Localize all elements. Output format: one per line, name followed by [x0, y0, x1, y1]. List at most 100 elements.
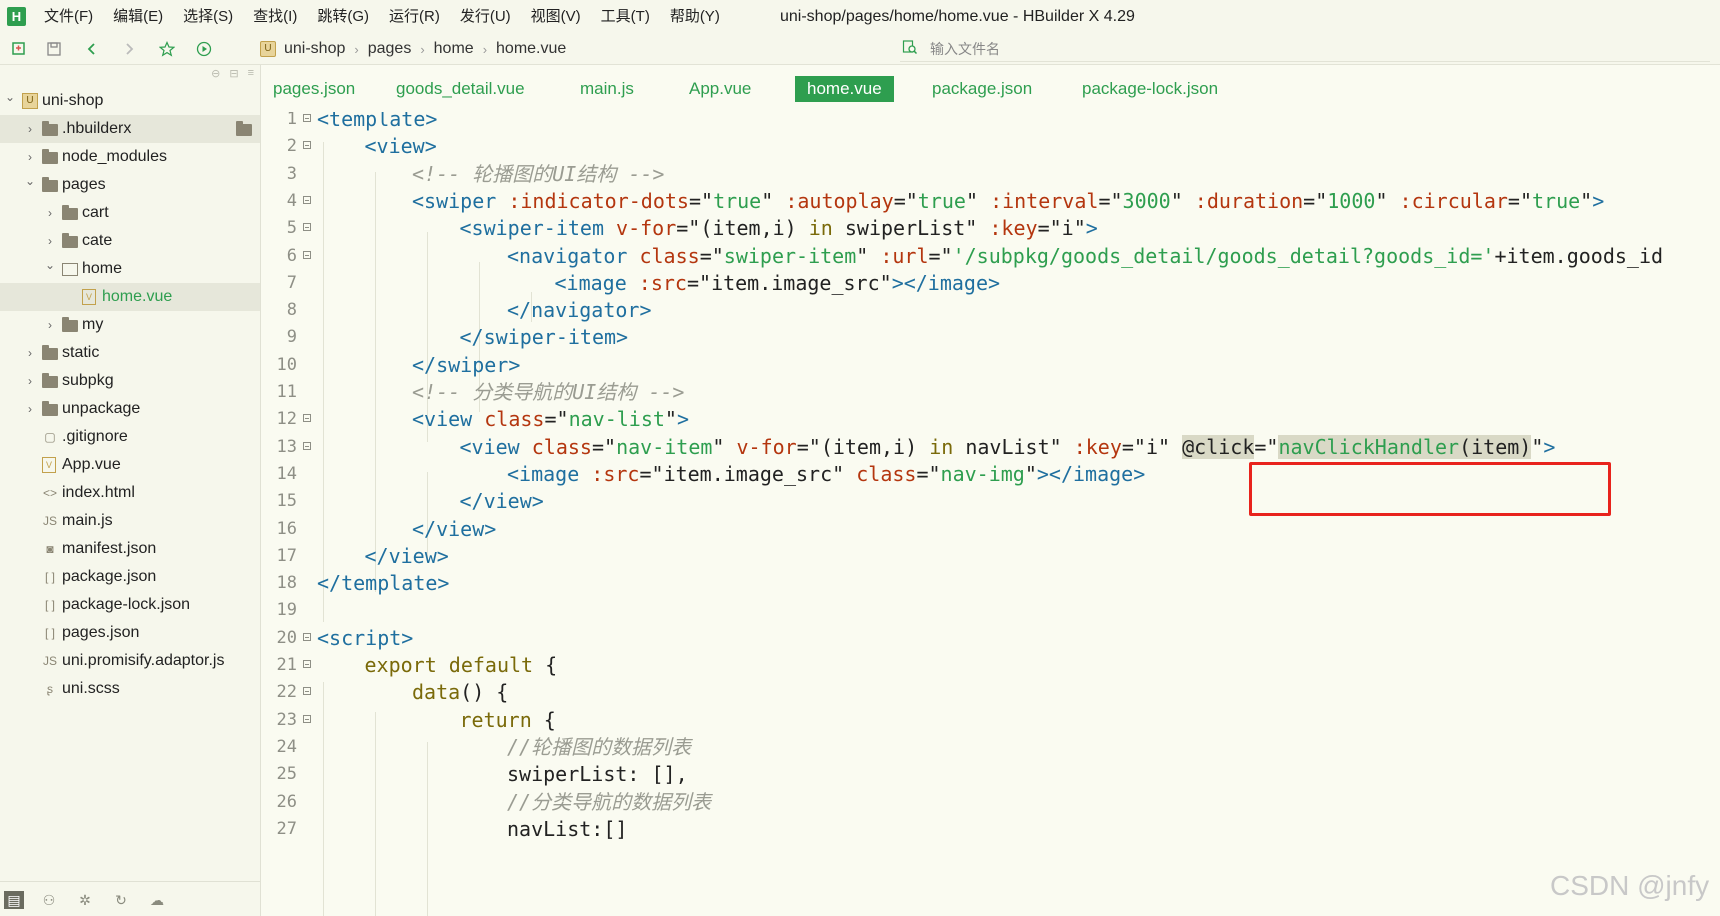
chevron-down-icon[interactable]: ⌄	[24, 167, 36, 195]
code-line[interactable]: 24 //轮播图的数据列表	[261, 732, 1720, 762]
tree-item[interactable]: <> index.html	[0, 479, 260, 507]
menu-find[interactable]: 查找(I)	[243, 0, 307, 34]
tab-home-vue[interactable]: home.vue	[795, 76, 894, 102]
menu-help[interactable]: 帮助(Y)	[660, 0, 730, 34]
tab-goods-detail-vue[interactable]: goods_detail.vue	[384, 76, 537, 102]
code-line[interactable]: 23 return {	[261, 705, 1720, 735]
tree-item[interactable]: › node_modules	[0, 143, 260, 171]
tree-item[interactable]: ⌄ pages	[0, 171, 260, 199]
chevron-right-icon[interactable]: ›	[24, 339, 36, 367]
plugin-icon[interactable]: ⚇	[40, 891, 58, 909]
code-line[interactable]: 6 <navigator class="swiper-item" :url="'/…	[261, 241, 1720, 271]
tree-item[interactable]: JS uni.promisify.adaptor.js	[0, 647, 260, 675]
tree-item[interactable]: [ ] pages.json	[0, 619, 260, 647]
code-line[interactable]: 11 <!-- 分类导航的UI结构 -->	[261, 377, 1720, 407]
fold-toggle-icon[interactable]	[303, 441, 311, 450]
back-icon[interactable]	[82, 39, 102, 59]
code-line[interactable]: 20 <script>	[261, 623, 1720, 653]
menu-icon[interactable]: ≡	[248, 67, 254, 80]
tree-item[interactable]: [ ] package-lock.json	[0, 591, 260, 619]
code-line[interactable]: 2 <view>	[261, 131, 1720, 161]
chevron-right-icon[interactable]: ›	[24, 395, 36, 423]
fold-toggle-icon[interactable]	[303, 141, 311, 150]
menu-file[interactable]: 文件(F)	[34, 0, 103, 34]
menu-goto[interactable]: 跳转(G)	[307, 0, 379, 34]
menu-tools[interactable]: 工具(T)	[591, 0, 660, 34]
tree-item[interactable]: V App.vue	[0, 451, 260, 479]
menu-edit[interactable]: 编辑(E)	[103, 0, 173, 34]
code-line[interactable]: 18 </template>	[261, 568, 1720, 598]
breadcrumb-item[interactable]: home	[434, 40, 474, 58]
tree-item[interactable]: ▢ .gitignore	[0, 423, 260, 451]
code-line[interactable]: 19	[261, 595, 1720, 625]
tree-item[interactable]: › cate	[0, 227, 260, 255]
fold-toggle-icon[interactable]	[303, 223, 311, 232]
star-icon[interactable]	[157, 39, 177, 59]
tree-item[interactable]: JS main.js	[0, 507, 260, 535]
menu-run[interactable]: 运行(R)	[379, 0, 450, 34]
tab-app-vue[interactable]: App.vue	[677, 76, 763, 102]
chevron-right-icon[interactable]: ›	[44, 311, 56, 339]
code-line[interactable]: 17 </view>	[261, 541, 1720, 571]
collapse-icon[interactable]: ⊖	[211, 67, 220, 80]
code-line[interactable]: 21 export default {	[261, 650, 1720, 680]
explorer-icon[interactable]: ▤	[4, 891, 24, 909]
chevron-right-icon[interactable]: ›	[24, 115, 36, 143]
tab-pages-json[interactable]: pages.json	[261, 76, 367, 102]
tree-item[interactable]: › unpackage	[0, 395, 260, 423]
menu-publish[interactable]: 发行(U)	[450, 0, 521, 34]
fold-toggle-icon[interactable]	[303, 714, 311, 723]
cloud-icon[interactable]: ☁	[148, 891, 166, 909]
fold-toggle-icon[interactable]	[303, 114, 311, 122]
run-icon[interactable]	[194, 39, 214, 59]
code-line[interactable]: 27 navList:[]	[261, 814, 1720, 844]
fold-toggle-icon[interactable]	[303, 414, 311, 423]
menu-view[interactable]: 视图(V)	[521, 0, 591, 34]
fold-toggle-icon[interactable]	[303, 687, 311, 696]
code-line[interactable]: 9 </swiper-item>	[261, 322, 1720, 352]
git-icon[interactable]: ↻	[112, 891, 130, 909]
tree-item[interactable]: › subpkg	[0, 367, 260, 395]
code-line[interactable]: 12 <view class="nav-list">	[261, 404, 1720, 434]
debug-icon[interactable]: ✲	[76, 891, 94, 909]
tree-item[interactable]: Vhome.vue	[0, 283, 260, 311]
chevron-down-icon[interactable]: ⌄	[44, 251, 56, 279]
menu-select[interactable]: 选择(S)	[173, 0, 243, 34]
code-line[interactable]: 8 </navigator>	[261, 295, 1720, 325]
forward-icon[interactable]	[119, 39, 139, 59]
fold-toggle-icon[interactable]	[303, 250, 311, 259]
refresh-icon[interactable]: ⊟	[229, 67, 238, 80]
code-line[interactable]: 4 <swiper :indicator-dots="true" :autopla…	[261, 186, 1720, 216]
tree-item[interactable]: ◙ manifest.json	[0, 535, 260, 563]
code-line[interactable]: 3 <!-- 轮播图的UI结构 -->	[261, 159, 1720, 189]
breadcrumb-item[interactable]: home.vue	[496, 40, 566, 58]
file-search-input[interactable]	[928, 40, 1532, 58]
tree-item[interactable]: › my	[0, 311, 260, 339]
tree-item[interactable]: › cart	[0, 199, 260, 227]
breadcrumb-item[interactable]: uni-shop	[284, 40, 345, 58]
fold-toggle-icon[interactable]	[303, 632, 311, 641]
tab-main-js[interactable]: main.js	[568, 76, 646, 102]
chevron-right-icon[interactable]: ›	[24, 367, 36, 395]
tree-item[interactable]: › static	[0, 339, 260, 367]
save-icon[interactable]	[44, 39, 64, 59]
chevron-down-icon[interactable]: ⌄	[4, 83, 16, 111]
tree-item[interactable]: › .hbuilderx	[0, 115, 260, 143]
code-line[interactable]: 22 data() {	[261, 677, 1720, 707]
new-file-icon[interactable]	[9, 39, 29, 59]
tree-item[interactable]: [ ] package.json	[0, 563, 260, 591]
chevron-right-icon[interactable]: ›	[44, 199, 56, 227]
fold-toggle-icon[interactable]	[303, 195, 311, 204]
code-line[interactable]: 25 swiperList: [],	[261, 759, 1720, 789]
code-line[interactable]: 10 </swiper>	[261, 350, 1720, 380]
code-line[interactable]: 5 <swiper-item v-for="(item,i) in swiperL…	[261, 213, 1720, 243]
tab-package-json[interactable]: package.json	[920, 76, 1044, 102]
tree-item[interactable]: ⌄ Uuni-shop	[0, 87, 260, 115]
tree-item[interactable]: ʂ uni.scss	[0, 675, 260, 703]
tree-item[interactable]: ⌄ home	[0, 255, 260, 283]
code-line[interactable]: 7 <image :src="item.image_src"></image>	[261, 268, 1720, 298]
tab-package-lock-json[interactable]: package-lock.json	[1070, 76, 1230, 102]
code-line[interactable]: 26 //分类导航的数据列表	[261, 787, 1720, 817]
breadcrumb-item[interactable]: pages	[368, 40, 412, 58]
code-line[interactable]: 16 </view>	[261, 514, 1720, 544]
